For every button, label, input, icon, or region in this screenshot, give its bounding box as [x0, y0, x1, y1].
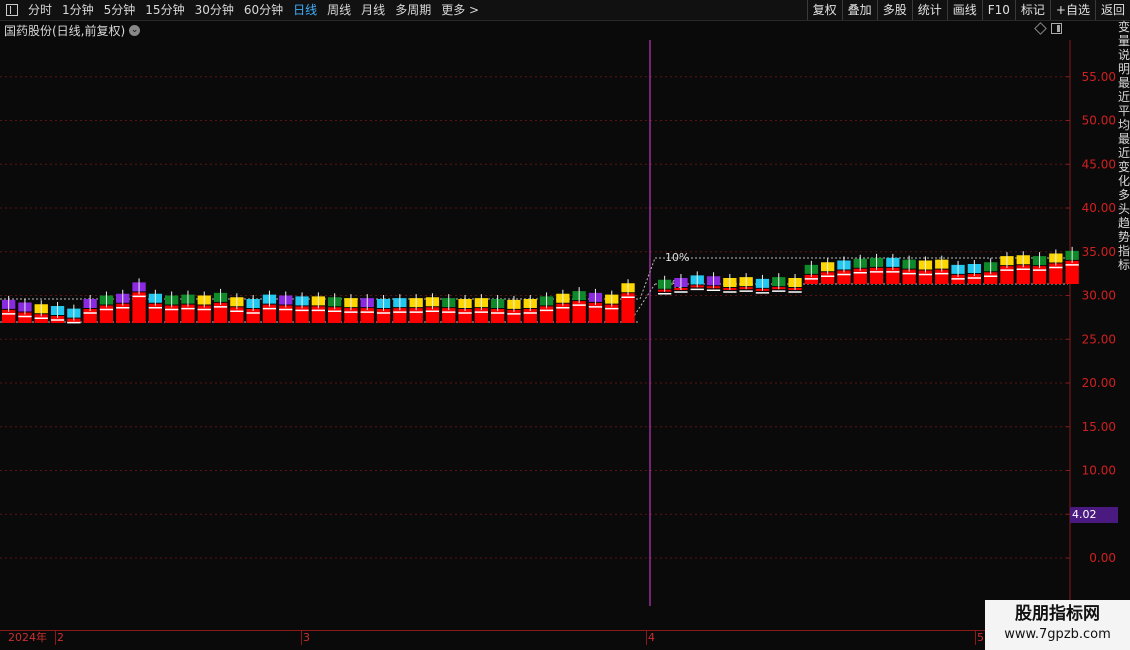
- current-price-badge: 4.02: [1070, 507, 1118, 523]
- indicator-strip: 变量说明最近平均最近变化多头趋势指标: [1118, 20, 1130, 272]
- y-tick-label: 30.00: [1082, 289, 1116, 303]
- candle-right-body: [837, 270, 851, 284]
- candle-left-body: [99, 305, 114, 323]
- y-tick-label: 55.00: [1082, 70, 1116, 84]
- candle-right-body: [1049, 263, 1063, 284]
- candle-right-body: [902, 269, 916, 284]
- y-tick-label: 20.00: [1082, 376, 1116, 390]
- candle-left-body: [148, 303, 162, 323]
- candle-left-body: [279, 305, 293, 323]
- candle-right-body: [853, 268, 867, 284]
- candle-left-body: [605, 304, 619, 323]
- y-tick-label: 35.00: [1082, 245, 1116, 259]
- candle-left-body: [491, 309, 505, 323]
- annotation-upper: 10%: [665, 251, 689, 264]
- candle-left-body: [409, 308, 423, 323]
- candle-left-body: [442, 308, 456, 323]
- candle-left-body: [539, 306, 554, 323]
- y-tick-label: 15.00: [1082, 420, 1116, 434]
- date-label: 5: [977, 631, 984, 644]
- watermark-title: 股朋指标网: [1015, 604, 1100, 624]
- candle-left-body: [165, 305, 179, 323]
- candle-right-body: [935, 269, 949, 284]
- candle-right-body: [1016, 265, 1030, 284]
- candle-right-body: [886, 267, 900, 284]
- watermark: 股朋指标网 www.7gpzb.com: [985, 600, 1130, 650]
- date-label: 2024年: [8, 631, 47, 644]
- candle-left-body: [376, 309, 391, 323]
- candle-right-body: [918, 270, 933, 284]
- y-tick-label: 0.00: [1089, 551, 1116, 565]
- candle-left-body: [246, 309, 260, 323]
- candle-left-body: [393, 308, 407, 323]
- kline-chart[interactable]: 55.0050.0045.0040.0035.0030.0025.0020.00…: [0, 0, 1130, 650]
- date-axis: 2024年 2 3 4 5: [0, 630, 1070, 645]
- candle-left-body: [213, 302, 228, 323]
- y-tick-label: 45.00: [1082, 157, 1116, 171]
- date-tick: [646, 631, 647, 645]
- watermark-url: www.7gpzb.com: [1004, 627, 1111, 642]
- candle-right-body: [869, 267, 884, 284]
- candle-left-body: [181, 304, 195, 323]
- candle-left-body: [230, 307, 244, 323]
- candle-left-body: [458, 309, 472, 323]
- date-label: 3: [303, 631, 310, 644]
- y-tick-label: 40.00: [1082, 201, 1116, 215]
- date-tick: [975, 631, 976, 645]
- date-tick: [301, 631, 302, 645]
- candle-right-body: [1000, 266, 1014, 284]
- ref-connector-a: [639, 257, 656, 300]
- date-label: 2: [57, 631, 64, 644]
- candle-left-body: [523, 309, 537, 323]
- candle-left-body: [116, 303, 130, 323]
- candle-left-body: [197, 305, 211, 323]
- date-label: 4: [648, 631, 655, 644]
- y-tick-label: 25.00: [1082, 332, 1116, 346]
- y-tick-label: 50.00: [1082, 114, 1116, 128]
- candle-left-body: [360, 308, 374, 323]
- y-tick-label: 10.00: [1082, 464, 1116, 478]
- candle-left-body: [295, 306, 309, 323]
- candle-right-body: [1032, 266, 1047, 284]
- candle-left-body: [311, 306, 325, 323]
- date-tick: [55, 631, 56, 645]
- candle-left-body: [588, 302, 603, 323]
- candle-left-body: [262, 304, 277, 323]
- candle-left-body: [474, 308, 488, 323]
- candle-left-body: [425, 307, 440, 323]
- candle-left-body: [344, 308, 358, 323]
- candle-left-body: [328, 307, 342, 323]
- candle-left-body: [83, 309, 97, 323]
- candle-left-body: [556, 303, 570, 323]
